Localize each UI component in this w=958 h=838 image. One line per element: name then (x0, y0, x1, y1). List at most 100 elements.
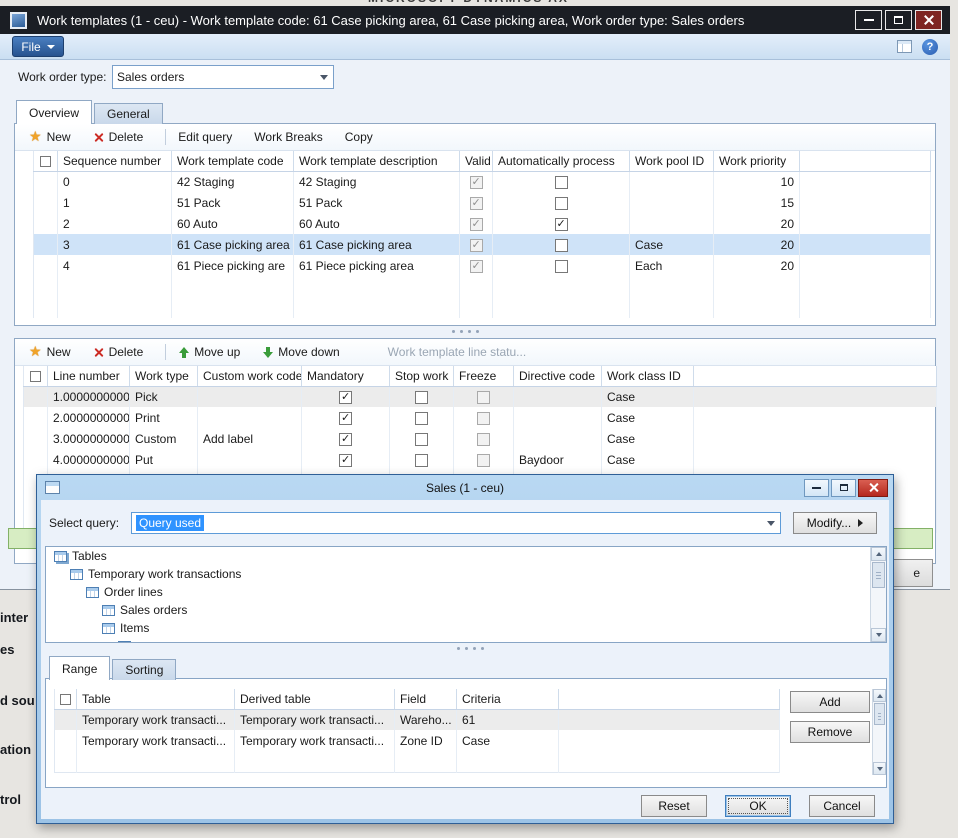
cell-auto[interactable] (493, 192, 630, 213)
tab-sorting[interactable]: Sorting (112, 659, 176, 680)
cell-directive-code[interactable] (514, 428, 602, 449)
row-selector[interactable] (24, 407, 48, 428)
work-breaks-button[interactable]: Work Breaks (254, 130, 322, 144)
scroll-down-button[interactable] (871, 628, 886, 642)
scrollbar-thumb[interactable] (874, 703, 885, 725)
cell-valid[interactable] (460, 234, 493, 255)
cell-custom-work-code[interactable] (198, 386, 302, 407)
select-all-checkbox[interactable] (40, 156, 51, 167)
cell-directive-code[interactable] (514, 407, 602, 428)
col-work-pool-id[interactable]: Work pool ID (630, 151, 714, 171)
select-all-checkbox[interactable] (60, 694, 71, 705)
cell-field[interactable]: Wareho... (395, 709, 457, 730)
cell-pool[interactable] (630, 171, 714, 192)
table-row[interactable]: 0 42 Staging 42 Staging 10 (34, 171, 931, 192)
col-work-type[interactable]: Work type (130, 366, 198, 386)
cell-code[interactable]: 61 Piece picking are (172, 255, 294, 276)
cell-description[interactable]: 61 Case picking area (294, 234, 460, 255)
minimize-button[interactable] (804, 479, 829, 497)
cell-auto[interactable] (493, 171, 630, 192)
col-freeze[interactable]: Freeze (454, 366, 514, 386)
cell-freeze[interactable] (454, 449, 514, 470)
col-mandatory[interactable]: Mandatory (302, 366, 390, 386)
row-selector[interactable] (55, 730, 77, 751)
dialog-splitter-handle[interactable] (457, 647, 484, 650)
cell-mandatory[interactable] (302, 449, 390, 470)
cell-sequence[interactable]: 4 (58, 255, 172, 276)
cell-valid[interactable] (460, 192, 493, 213)
file-menu-button[interactable]: File (12, 36, 64, 57)
col-work-class-id[interactable]: Work class ID (602, 366, 694, 386)
col-directive-code[interactable]: Directive code (514, 366, 602, 386)
cell-valid[interactable] (460, 213, 493, 234)
col-work-template-description[interactable]: Work template description (294, 151, 460, 171)
row-selector[interactable] (34, 192, 58, 213)
tree-item-order-lines[interactable]: Order lines (46, 583, 886, 601)
modify-button[interactable]: Modify... (793, 512, 877, 534)
scroll-up-button[interactable] (871, 547, 886, 561)
cell-auto[interactable] (493, 255, 630, 276)
cell-sequence[interactable]: 2 (58, 213, 172, 234)
cell-priority[interactable]: 20 (714, 213, 800, 234)
minimize-button[interactable] (855, 10, 882, 30)
col-work-priority[interactable]: Work priority (714, 151, 800, 171)
cell-line-number[interactable]: 1.0000000000 (48, 386, 130, 407)
col-derived-table[interactable]: Derived table (235, 689, 395, 709)
copy-button[interactable]: Copy (345, 130, 373, 144)
tree-scrollbar[interactable] (870, 547, 886, 642)
cell-description[interactable]: 51 Pack (294, 192, 460, 213)
cell-description[interactable]: 61 Piece picking area (294, 255, 460, 276)
cancel-button[interactable]: Cancel (809, 795, 875, 817)
cell-table[interactable]: Temporary work transacti... (77, 730, 235, 751)
select-all-header[interactable] (24, 366, 48, 386)
new-line-button[interactable]: New (29, 345, 71, 359)
select-query-combo[interactable]: Query used (131, 512, 781, 534)
cell-description[interactable]: 42 Staging (294, 171, 460, 192)
row-selector[interactable] (55, 709, 77, 730)
cell-pool[interactable] (630, 213, 714, 234)
cell-auto[interactable] (493, 213, 630, 234)
cell-freeze[interactable] (454, 407, 514, 428)
row-selector[interactable] (34, 213, 58, 234)
delete-line-button[interactable]: Delete (93, 345, 144, 359)
table-row[interactable]: Temporary work transacti... Temporary wo… (55, 730, 780, 751)
scroll-down-button[interactable] (873, 762, 886, 775)
ok-button[interactable]: OK (725, 795, 791, 817)
cell-stop-work[interactable] (390, 386, 454, 407)
cell-stop-work[interactable] (390, 407, 454, 428)
cell-line-number[interactable]: 2.0000000000 (48, 407, 130, 428)
col-automatically-process[interactable]: Automatically process (493, 151, 630, 171)
stop-work-checkbox[interactable] (415, 412, 428, 425)
cell-work-type[interactable]: Pick (130, 386, 198, 407)
cell-stop-work[interactable] (390, 428, 454, 449)
cell-priority[interactable]: 20 (714, 255, 800, 276)
auto-process-checkbox[interactable] (555, 260, 568, 273)
auto-process-checkbox[interactable] (555, 176, 568, 189)
maximize-button[interactable] (885, 10, 912, 30)
mandatory-checkbox[interactable] (339, 412, 352, 425)
tree-item-tables[interactable]: Tables (46, 547, 886, 565)
new-button[interactable]: New (29, 130, 71, 144)
tree-item-sales-orders[interactable]: Sales orders (46, 601, 886, 619)
cell-code[interactable]: 60 Auto (172, 213, 294, 234)
stop-work-checkbox[interactable] (415, 454, 428, 467)
row-selector[interactable] (24, 386, 48, 407)
mandatory-checkbox[interactable] (339, 391, 352, 404)
row-selector[interactable] (34, 255, 58, 276)
maximize-button[interactable] (831, 479, 856, 497)
table-row-selected[interactable]: 3 61 Case picking area 61 Case picking a… (34, 234, 931, 255)
scroll-up-button[interactable] (873, 689, 886, 702)
move-up-button[interactable]: Move up (178, 345, 240, 359)
cell-valid[interactable] (460, 171, 493, 192)
table-row[interactable]: 1 51 Pack 51 Pack 15 (34, 192, 931, 213)
col-work-template-code[interactable]: Work template code (172, 151, 294, 171)
tree-item-items[interactable]: Items (46, 619, 886, 637)
cell-pool[interactable] (630, 192, 714, 213)
splitter-handle[interactable] (452, 330, 479, 333)
col-table[interactable]: Table (77, 689, 235, 709)
cell-sequence[interactable]: 3 (58, 234, 172, 255)
col-sequence-number[interactable]: Sequence number (58, 151, 172, 171)
cell-code[interactable]: 42 Staging (172, 171, 294, 192)
reset-button[interactable]: Reset (641, 795, 707, 817)
row-selector[interactable] (34, 234, 58, 255)
